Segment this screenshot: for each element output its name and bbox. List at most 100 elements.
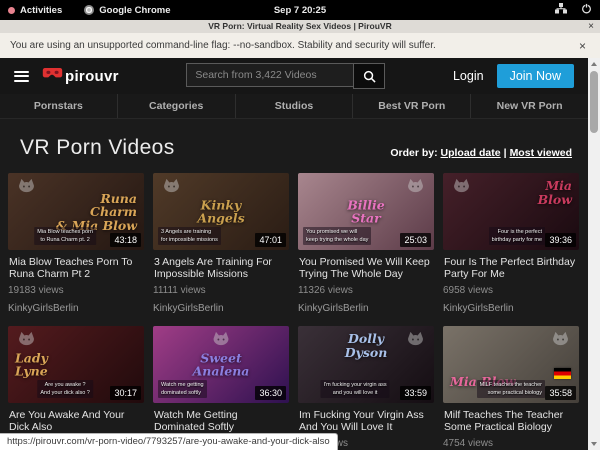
app-indicator[interactable]: Google Chrome	[84, 5, 170, 16]
thumbnail-overlay-name: Kinky Angels	[197, 198, 244, 225]
scrollbar-up-arrow-icon[interactable]	[588, 58, 600, 70]
studio-cat-mask-watermark-icon	[405, 330, 426, 354]
studio-cat-mask-watermark-icon	[161, 177, 182, 201]
thumbnail-caption: You promised we will keep trying the who…	[303, 227, 371, 246]
video-views: 4754 views	[443, 438, 579, 449]
video-thumbnail[interactable]: Sweet Analena Watch me getting dominated…	[153, 326, 289, 403]
infobar-close-icon[interactable]: ×	[579, 39, 586, 53]
chrome-infobar: You are using an unsupported command-lin…	[0, 33, 600, 59]
system-top-bar: Activities Google Chrome Sep 7 20:25	[0, 0, 600, 20]
search-bar	[186, 63, 385, 89]
video-thumbnail[interactable]: Lady Lyne Are you awake ? And your dick …	[8, 326, 144, 403]
thumbnail-caption: 3 Angels are training for impossible mis…	[158, 227, 221, 246]
video-title[interactable]: Are You Awake And Your Dick Also	[9, 409, 143, 433]
tab-close-icon[interactable]: ×	[588, 20, 594, 33]
order-link-upload-date[interactable]: Upload date	[441, 147, 501, 159]
german-flag-icon	[554, 368, 571, 379]
video-thumbnail[interactable]: Mia Blow MILF teaches the teacher some p…	[443, 326, 579, 403]
video-card[interactable]: Dolly Dyson I'm fucking your virgin ass …	[298, 326, 434, 450]
video-title[interactable]: Im Fucking Your Virgin Ass And You Will …	[299, 409, 433, 433]
video-title[interactable]: Watch Me Getting Dominated Softly	[154, 409, 288, 433]
activities-button[interactable]: Activities	[8, 5, 62, 16]
search-icon	[363, 70, 376, 83]
thumbnail-caption: Four is the perfect birthday party for m…	[489, 227, 545, 246]
video-title[interactable]: 3 Angels Are Training For Impossible Mis…	[154, 256, 288, 280]
duration-badge: 47:01	[255, 233, 286, 247]
video-card[interactable]: Lady Lyne Are you awake ? And your dick …	[8, 326, 144, 450]
video-views: 6958 views	[443, 285, 579, 296]
video-card[interactable]: Billie Star You promised we will keep tr…	[298, 173, 434, 314]
nav-item-best-vr-porn[interactable]: Best VR Porn	[352, 94, 470, 118]
scrollbar-thumb[interactable]	[590, 71, 598, 133]
thumbnail-caption: Are you awake ? And your dick also ?	[37, 380, 93, 399]
video-title[interactable]: Mia Blow Teaches Porn To Runa Charm Pt 2	[9, 256, 143, 280]
status-bar-url: https://pirouvr.com/vr-porn-video/779325…	[0, 433, 338, 450]
network-icon[interactable]	[555, 3, 567, 17]
video-card[interactable]: Kinky Angels 3 Angels are training for i…	[153, 173, 289, 314]
thumbnail-caption: Mia Blow teaches porn to Runa Charm pt. …	[34, 227, 96, 246]
video-title[interactable]: Milf Teaches The Teacher Some Practical …	[444, 409, 578, 433]
activities-dot-icon	[8, 7, 15, 14]
order-separator: |	[504, 147, 507, 159]
infobar-message: You are using an unsupported command-lin…	[10, 40, 436, 51]
thumbnail-caption: MILF teaches the teacher some practical …	[477, 380, 545, 399]
video-card[interactable]: Sweet Analena Watch me getting dominated…	[153, 326, 289, 450]
video-thumbnail[interactable]: Billie Star You promised we will keep tr…	[298, 173, 434, 250]
thumbnail-caption: Watch me getting dominated softly	[158, 380, 207, 399]
duration-badge: 30:17	[110, 386, 141, 400]
duration-badge: 43:18	[110, 233, 141, 247]
studio-cat-mask-watermark-icon	[451, 177, 472, 201]
scrollbar-down-arrow-icon[interactable]	[588, 438, 600, 450]
thumbnail-overlay-name: Dolly Dyson	[345, 332, 388, 359]
video-card[interactable]: Mia Blow MILF teaches the teacher some p…	[443, 326, 579, 450]
duration-badge: 33:59	[400, 386, 431, 400]
order-link-most-viewed[interactable]: Most viewed	[510, 147, 572, 159]
video-studio-link[interactable]: KinkyGirlsBerlin	[443, 303, 579, 314]
app-label: Google Chrome	[99, 5, 170, 16]
video-views: 19183 views	[8, 285, 144, 296]
nav-item-new-vr-porn[interactable]: New VR Porn	[470, 94, 588, 118]
duration-badge: 39:36	[545, 233, 576, 247]
video-thumbnail[interactable]: Dolly Dyson I'm fucking your virgin ass …	[298, 326, 434, 403]
page-content: pirouvr Login Join Now Pornstars Categor…	[0, 58, 588, 450]
video-views: 11326 views	[298, 285, 434, 296]
studio-cat-mask-watermark-icon	[550, 330, 571, 354]
search-button[interactable]	[353, 63, 385, 89]
video-title[interactable]: You Promised We Will Keep Trying The Who…	[299, 256, 433, 280]
nav-item-categories[interactable]: Categories	[117, 94, 235, 118]
video-thumbnail[interactable]: Mia Blow Four is the perfect birthday pa…	[443, 173, 579, 250]
thumbnail-overlay-name: Billie Star	[347, 198, 385, 225]
video-title[interactable]: Four Is The Perfect Birthday Party For M…	[444, 256, 578, 280]
page-scrollbar[interactable]	[588, 58, 600, 450]
tab-title[interactable]: VR Porn: Virtual Reality Sex Videos | Pi…	[208, 21, 391, 31]
hamburger-menu-icon[interactable]	[14, 71, 29, 82]
chrome-icon	[84, 5, 94, 15]
video-studio-link[interactable]: KinkyGirlsBerlin	[298, 303, 434, 314]
activities-label: Activities	[20, 5, 62, 16]
power-icon[interactable]	[581, 3, 592, 17]
video-thumbnail[interactable]: Kinky Angels 3 Angels are training for i…	[153, 173, 289, 250]
order-by-label: Order by:	[390, 147, 437, 159]
video-thumbnail[interactable]: Runa Charm & Mia Blow Mia Blow teaches p…	[8, 173, 144, 250]
video-card[interactable]: Runa Charm & Mia Blow Mia Blow teaches p…	[8, 173, 144, 314]
site-header: pirouvr Login Join Now	[0, 58, 588, 94]
vr-headset-icon	[42, 67, 63, 85]
site-logo[interactable]: pirouvr	[42, 67, 119, 85]
login-link[interactable]: Login	[453, 69, 484, 83]
duration-badge: 36:30	[255, 386, 286, 400]
nav-item-pornstars[interactable]: Pornstars	[0, 94, 117, 118]
nav-item-studios[interactable]: Studios	[235, 94, 353, 118]
video-studio-link[interactable]: KinkyGirlsBerlin	[8, 303, 144, 314]
join-now-button[interactable]: Join Now	[497, 64, 574, 88]
thumbnail-overlay-name: Sweet Analena	[193, 351, 250, 378]
main-nav: Pornstars Categories Studios Best VR Por…	[0, 94, 588, 119]
page-heading-row: VR Porn Videos Order by: Upload date|Mos…	[0, 119, 588, 163]
video-studio-link[interactable]: KinkyGirlsBerlin	[153, 303, 289, 314]
logo-text: pirouvr	[65, 68, 119, 85]
video-grid: Runa Charm & Mia Blow Mia Blow teaches p…	[0, 173, 588, 450]
search-input[interactable]	[186, 63, 353, 87]
page-title: VR Porn Videos	[20, 133, 175, 163]
thumbnail-caption: I'm fucking your virgin ass and you will…	[321, 380, 390, 399]
video-views: 11111 views	[153, 285, 289, 296]
video-card[interactable]: Mia Blow Four is the perfect birthday pa…	[443, 173, 579, 314]
